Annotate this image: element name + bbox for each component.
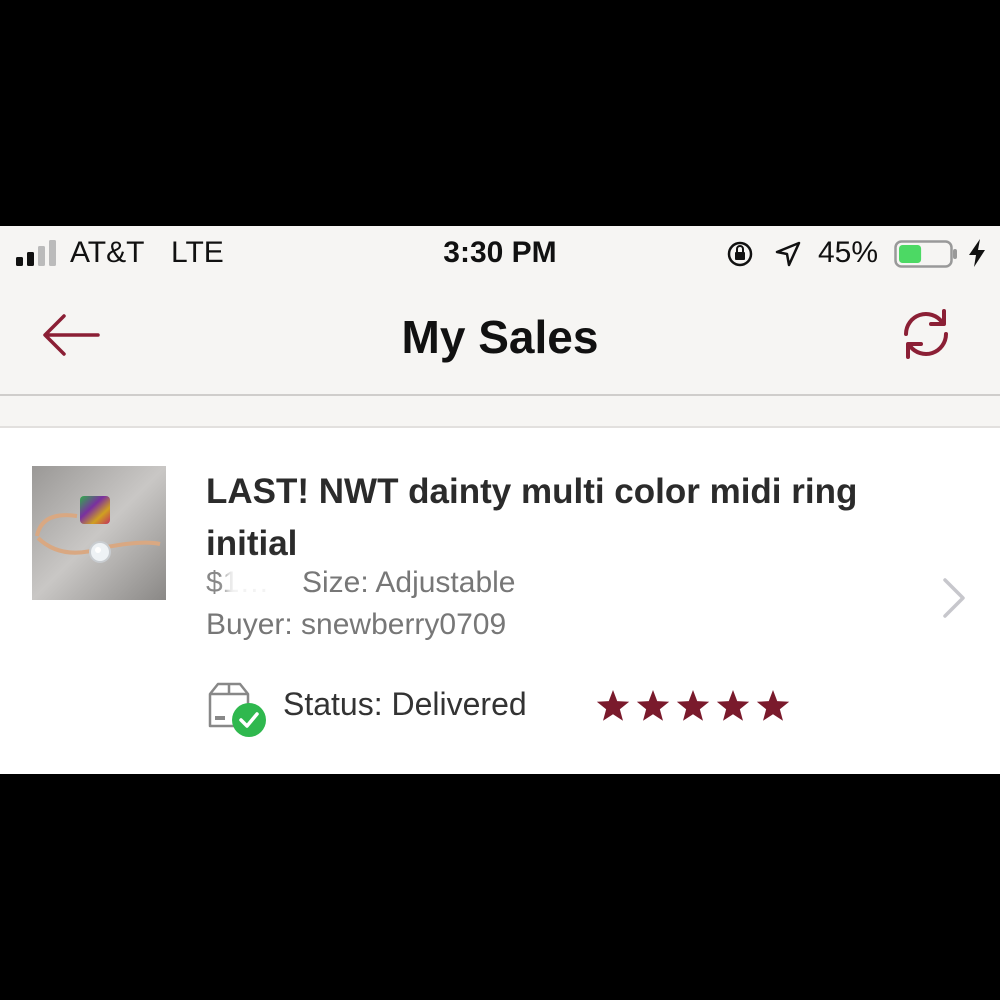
star-icon — [756, 690, 790, 721]
refresh-icon[interactable] — [898, 306, 954, 362]
app-screen: AT&T LTE 3:30 PM 45% My Sales LAST! NWT … — [0, 226, 1000, 774]
navigation-bar: My Sales — [0, 282, 1000, 396]
star-icon — [676, 690, 710, 721]
delivered-package-icon — [208, 682, 266, 737]
buyer-name: Buyer: snewberry0709 — [206, 608, 507, 641]
charging-bolt-icon — [969, 239, 985, 267]
battery-percentage: 45% — [818, 236, 879, 269]
chevron-right-icon — [943, 578, 965, 618]
order-status: Status: Delivered — [283, 686, 527, 722]
star-rating — [596, 690, 790, 721]
battery-icon — [894, 240, 957, 268]
rotation-lock-icon — [727, 241, 753, 267]
item-size: Size: Adjustable — [302, 566, 516, 599]
star-icon — [636, 690, 670, 721]
sale-list-item[interactable]: LAST! NWT dainty multi color midi ring i… — [0, 428, 1000, 774]
product-thumbnail — [32, 466, 166, 600]
star-icon — [716, 690, 750, 721]
item-title: LAST! NWT dainty multi color midi ring i… — [206, 472, 858, 563]
status-bar: AT&T LTE 3:30 PM 45% — [0, 226, 1000, 282]
page-title: My Sales — [401, 311, 599, 363]
location-arrow-icon — [775, 241, 801, 267]
price-redaction — [226, 560, 290, 604]
star-icon — [596, 690, 630, 721]
